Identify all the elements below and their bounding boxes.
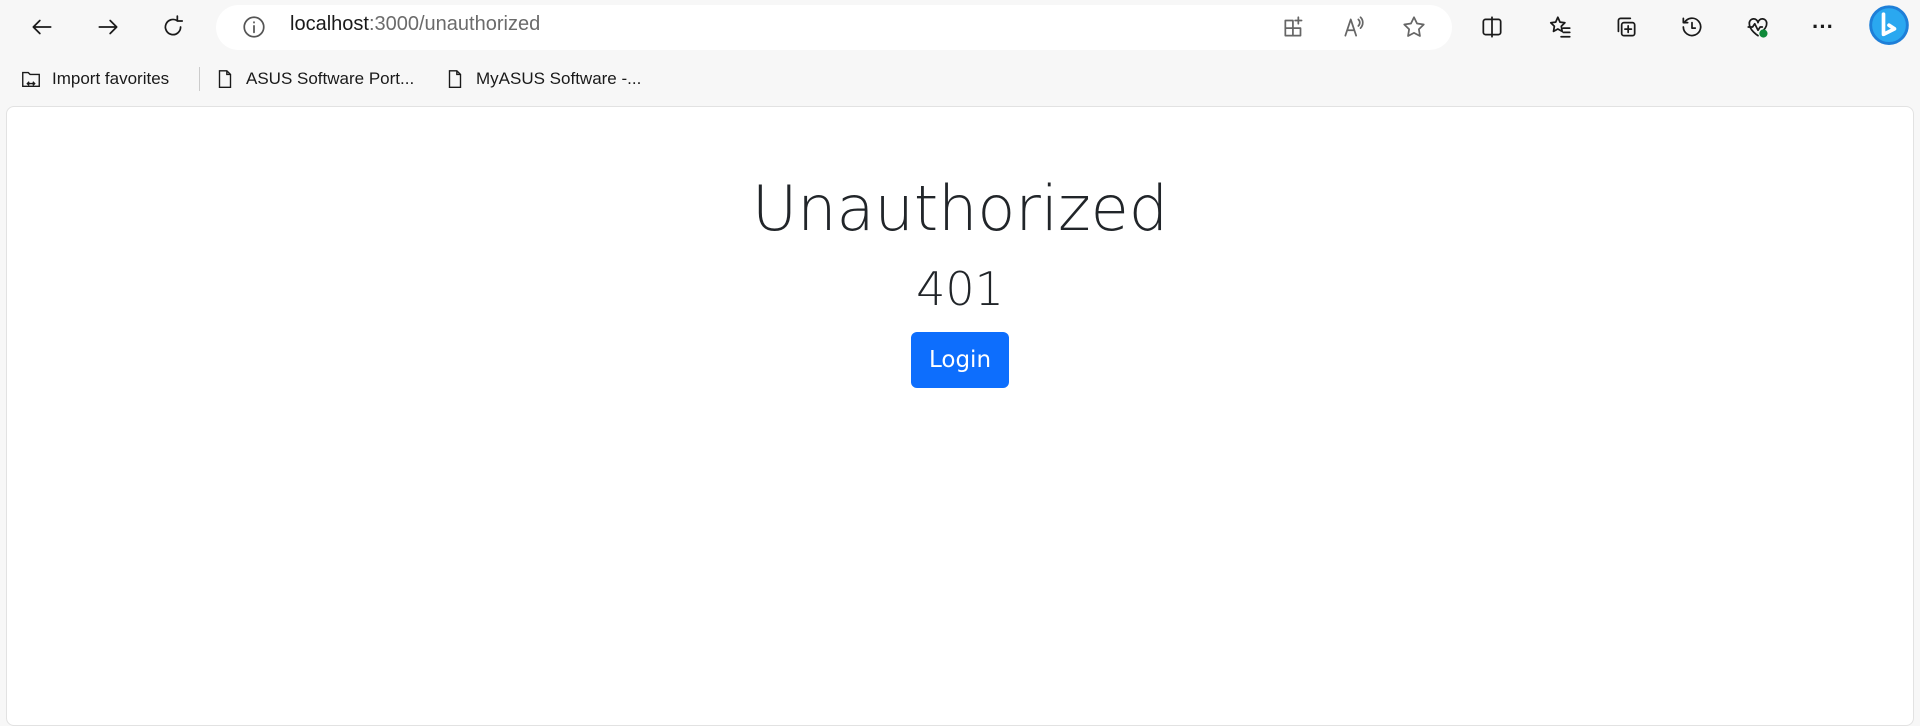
more-icon[interactable]: ··· — [1803, 7, 1843, 47]
split-screen-icon[interactable] — [1472, 7, 1512, 47]
status-code: 401 — [916, 262, 1004, 316]
forward-icon[interactable] — [88, 7, 128, 47]
bookmark-asus-software-portal[interactable]: ASUS Software Port... — [214, 66, 414, 92]
login-button[interactable]: Login — [911, 332, 1009, 388]
read-aloud-icon[interactable] — [1334, 7, 1374, 47]
history-icon[interactable] — [1672, 7, 1712, 47]
import-folder-icon — [22, 71, 40, 88]
bookmark-import-favorites[interactable]: Import favorites — [20, 66, 169, 92]
page-icon — [448, 70, 462, 88]
url-text[interactable]: localhost:3000/unauthorized — [290, 13, 540, 36]
collections-icon[interactable] — [1606, 7, 1646, 47]
url-path: :3000/unauthorized — [368, 13, 541, 35]
bookmark-label: Import favorites — [52, 69, 170, 88]
browser-essentials-icon[interactable] — [1738, 7, 1778, 47]
favorite-star-icon[interactable] — [1394, 7, 1434, 47]
url-host: localhost — [290, 13, 369, 35]
refresh-icon[interactable] — [153, 7, 193, 47]
page-icon — [218, 70, 232, 88]
bing-copilot-icon[interactable] — [1866, 4, 1912, 50]
back-icon[interactable] — [22, 7, 62, 47]
bookmark-label: ASUS Software Port... — [246, 69, 415, 88]
app-available-icon[interactable] — [1274, 7, 1314, 47]
bookmark-divider — [199, 67, 200, 91]
favorites-icon[interactable] — [1540, 7, 1580, 47]
bookmark-myasus-software[interactable]: MyASUS Software -... — [444, 66, 641, 92]
info-icon[interactable] — [234, 7, 274, 47]
page-title: Unauthorized — [751, 172, 1169, 245]
bookmark-label: MyASUS Software -... — [476, 69, 642, 88]
